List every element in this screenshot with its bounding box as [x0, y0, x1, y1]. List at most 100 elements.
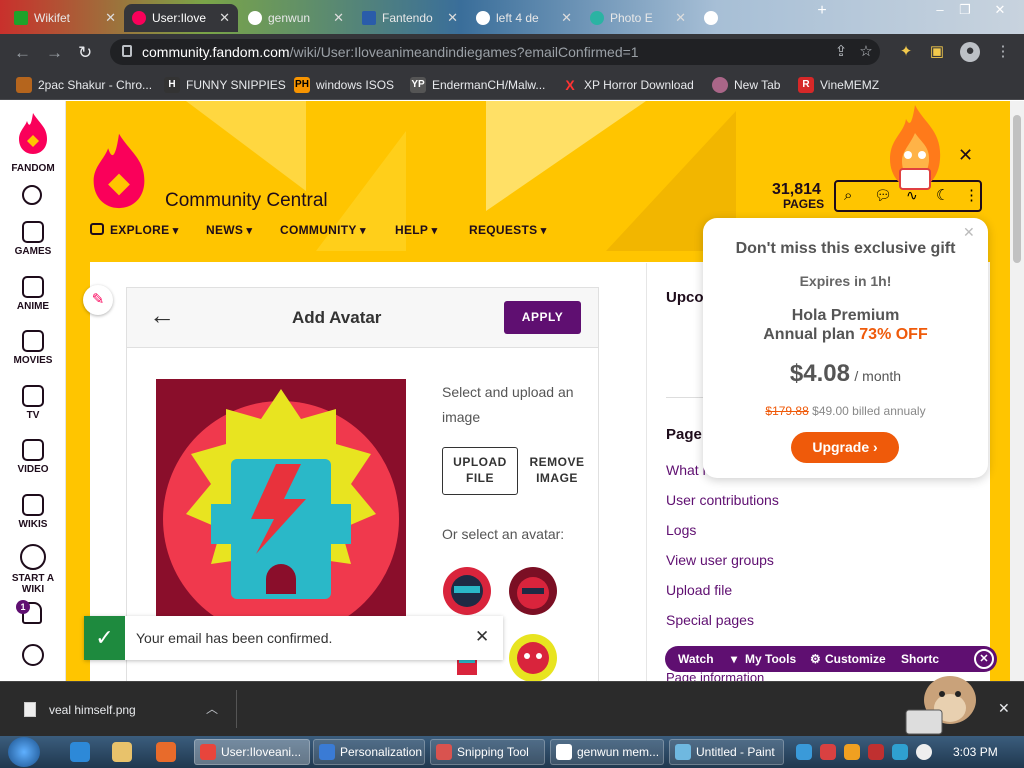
- sidebar-link-view-user-groups[interactable]: View user groups: [666, 552, 774, 568]
- sidebar-link-special-pages[interactable]: Special pages: [666, 612, 754, 628]
- page-scrollbar[interactable]: [1010, 101, 1024, 681]
- nav-explore[interactable]: EXPLORE: [110, 223, 179, 237]
- bookmark-item[interactable]: H FUNNY SNIPPIES: [164, 76, 286, 94]
- browser-tab[interactable]: [696, 4, 808, 32]
- wiki-site-name[interactable]: Community Central: [165, 190, 328, 212]
- tray-search-icon[interactable]: [844, 744, 860, 760]
- bookmark-star-icon[interactable]: ☆: [857, 43, 875, 61]
- rail-item-wikis[interactable]: WIKIS: [0, 494, 66, 530]
- taskbar-window-genwun[interactable]: genwun mem...: [550, 739, 664, 765]
- minimize-icon[interactable]: –: [930, 2, 950, 20]
- close-tab-icon[interactable]: ✕: [447, 10, 458, 26]
- bookmark-item[interactable]: New Tab: [712, 76, 780, 94]
- upgrade-button[interactable]: Upgrade ›: [791, 432, 899, 463]
- start-orb-icon[interactable]: [8, 737, 40, 767]
- nav-news[interactable]: NEWS: [206, 223, 252, 237]
- shortcuts-button[interactable]: Shortc: [901, 652, 939, 666]
- nav-requests[interactable]: REQUESTS: [469, 223, 547, 237]
- reload-icon[interactable]: ↻: [78, 43, 92, 63]
- fandom-flame-logo-icon[interactable]: [17, 111, 49, 155]
- bookmark-item[interactable]: X XP Horror Download: [562, 76, 694, 94]
- avatar-option-ninja[interactable]: [442, 566, 492, 616]
- download-file-name[interactable]: veal himself.png: [49, 703, 136, 717]
- tray-app-icon[interactable]: [820, 744, 836, 760]
- rail-item-video[interactable]: VIDEO: [0, 439, 66, 475]
- apply-button[interactable]: APPLY: [504, 301, 581, 334]
- taskbar-window-personalization[interactable]: Personalization: [313, 739, 425, 765]
- tray-network-icon[interactable]: [796, 744, 812, 760]
- scrollbar-thumb[interactable]: [1013, 115, 1021, 263]
- browser-menu-icon[interactable]: ⋮: [994, 43, 1012, 61]
- close-tab-icon[interactable]: ✕: [333, 10, 344, 26]
- upload-file-button[interactable]: UPLOAD FILE: [442, 447, 518, 495]
- back-icon[interactable]: ←: [14, 43, 31, 63]
- url-field[interactable]: community.fandom.com/wiki/User:Iloveanim…: [110, 39, 880, 65]
- close-promo-icon[interactable]: ✕: [963, 224, 975, 241]
- user-account-icon[interactable]: [22, 644, 44, 666]
- profile-avatar-icon[interactable]: ●: [960, 42, 980, 62]
- close-downloads-icon[interactable]: ✕: [998, 700, 1010, 717]
- close-toast-icon[interactable]: ✕: [475, 627, 489, 647]
- nav-help[interactable]: HELP: [395, 223, 437, 237]
- extensions-puzzle-icon[interactable]: ✦: [897, 43, 915, 61]
- close-tab-icon[interactable]: ✕: [105, 10, 116, 26]
- search-icon[interactable]: ⌕: [844, 187, 852, 204]
- rail-label: START A WIKI: [11, 573, 55, 595]
- browser-tab-active[interactable]: User:Ilove ✕: [124, 4, 238, 32]
- gear-icon: ⚙: [810, 652, 821, 666]
- internet-explorer-icon[interactable]: [70, 742, 90, 762]
- rail-item-start-wiki[interactable]: START A WIKI: [0, 544, 66, 595]
- avatar-option-robot[interactable]: [508, 566, 558, 616]
- rail-item-movies[interactable]: MOVIES: [0, 330, 66, 366]
- browser-tab[interactable]: genwun ✕: [240, 4, 352, 32]
- close-tab-icon[interactable]: ✕: [675, 10, 686, 26]
- taskbar-window-chrome[interactable]: User:Iloveani...: [194, 739, 310, 765]
- rail-item-tv[interactable]: TV: [0, 385, 66, 421]
- browser-tab[interactable]: Wikifet ✕: [6, 4, 124, 32]
- taskbar-window-paint[interactable]: Untitled - Paint: [669, 739, 784, 765]
- back-arrow-icon[interactable]: ←: [149, 300, 175, 331]
- rail-item-games[interactable]: GAMES: [0, 221, 66, 257]
- bookmark-item[interactable]: 2pac Shakur - Chro...: [16, 76, 152, 94]
- sidebar-link-user-contributions[interactable]: User contributions: [666, 492, 779, 508]
- bookmark-item[interactable]: YP EndermanCH/Malw...: [410, 76, 545, 94]
- sidebar-link-upload-file[interactable]: Upload file: [666, 582, 732, 598]
- customize-button[interactable]: Customize: [825, 652, 886, 666]
- browser-tab[interactable]: left 4 de ✕: [468, 4, 580, 32]
- more-options-icon[interactable]: ⋮: [964, 186, 979, 204]
- taskbar-clock[interactable]: 3:03 PM: [953, 745, 998, 759]
- close-mascot-icon[interactable]: ✕: [958, 145, 973, 166]
- forward-icon[interactable]: →: [46, 43, 63, 63]
- sidebar-link-what-links-here[interactable]: What l: [666, 462, 706, 478]
- remove-image-button[interactable]: REMOVE IMAGE: [523, 454, 591, 486]
- edit-pencil-icon[interactable]: ✎: [83, 285, 113, 315]
- tray-volume-icon[interactable]: [916, 744, 932, 760]
- rail-item-anime[interactable]: ANIME: [0, 276, 66, 312]
- chevron-up-icon[interactable]: ︿: [206, 700, 218, 717]
- search-icon[interactable]: [22, 185, 42, 205]
- close-window-icon[interactable]: ✕: [990, 2, 1010, 20]
- share-icon[interactable]: ⇪: [832, 43, 850, 61]
- my-tools-button[interactable]: My Tools: [745, 652, 796, 666]
- new-tab-icon[interactable]: +: [812, 2, 832, 20]
- watch-button[interactable]: Watch: [678, 652, 714, 666]
- close-toolbar-icon[interactable]: ✕: [974, 649, 994, 669]
- side-panel-icon[interactable]: ▣: [928, 43, 946, 61]
- sidebar-link-logs[interactable]: Logs: [666, 522, 696, 538]
- close-tab-icon[interactable]: ✕: [219, 10, 230, 26]
- restore-icon[interactable]: ❐: [955, 2, 975, 20]
- browser-tab[interactable]: Photo E ✕: [582, 4, 694, 32]
- anime-face-icon: [22, 276, 44, 298]
- taskbar-window-snipping[interactable]: Snipping Tool: [430, 739, 545, 765]
- browser-tab[interactable]: Fantendo ✕: [354, 4, 466, 32]
- nav-community[interactable]: COMMUNITY: [280, 223, 366, 237]
- file-explorer-icon[interactable]: [112, 742, 132, 762]
- bookmark-item[interactable]: PH windows ISOS: [294, 76, 394, 94]
- tray-flag-icon[interactable]: [868, 744, 884, 760]
- close-tab-icon[interactable]: ✕: [561, 10, 572, 26]
- tray-display-icon[interactable]: [892, 744, 908, 760]
- community-central-logo-icon[interactable]: [90, 129, 148, 211]
- bookmark-item[interactable]: R VineMEMZ: [798, 76, 879, 94]
- avatar-option-lion[interactable]: [508, 633, 558, 681]
- firefox-icon[interactable]: [156, 742, 176, 762]
